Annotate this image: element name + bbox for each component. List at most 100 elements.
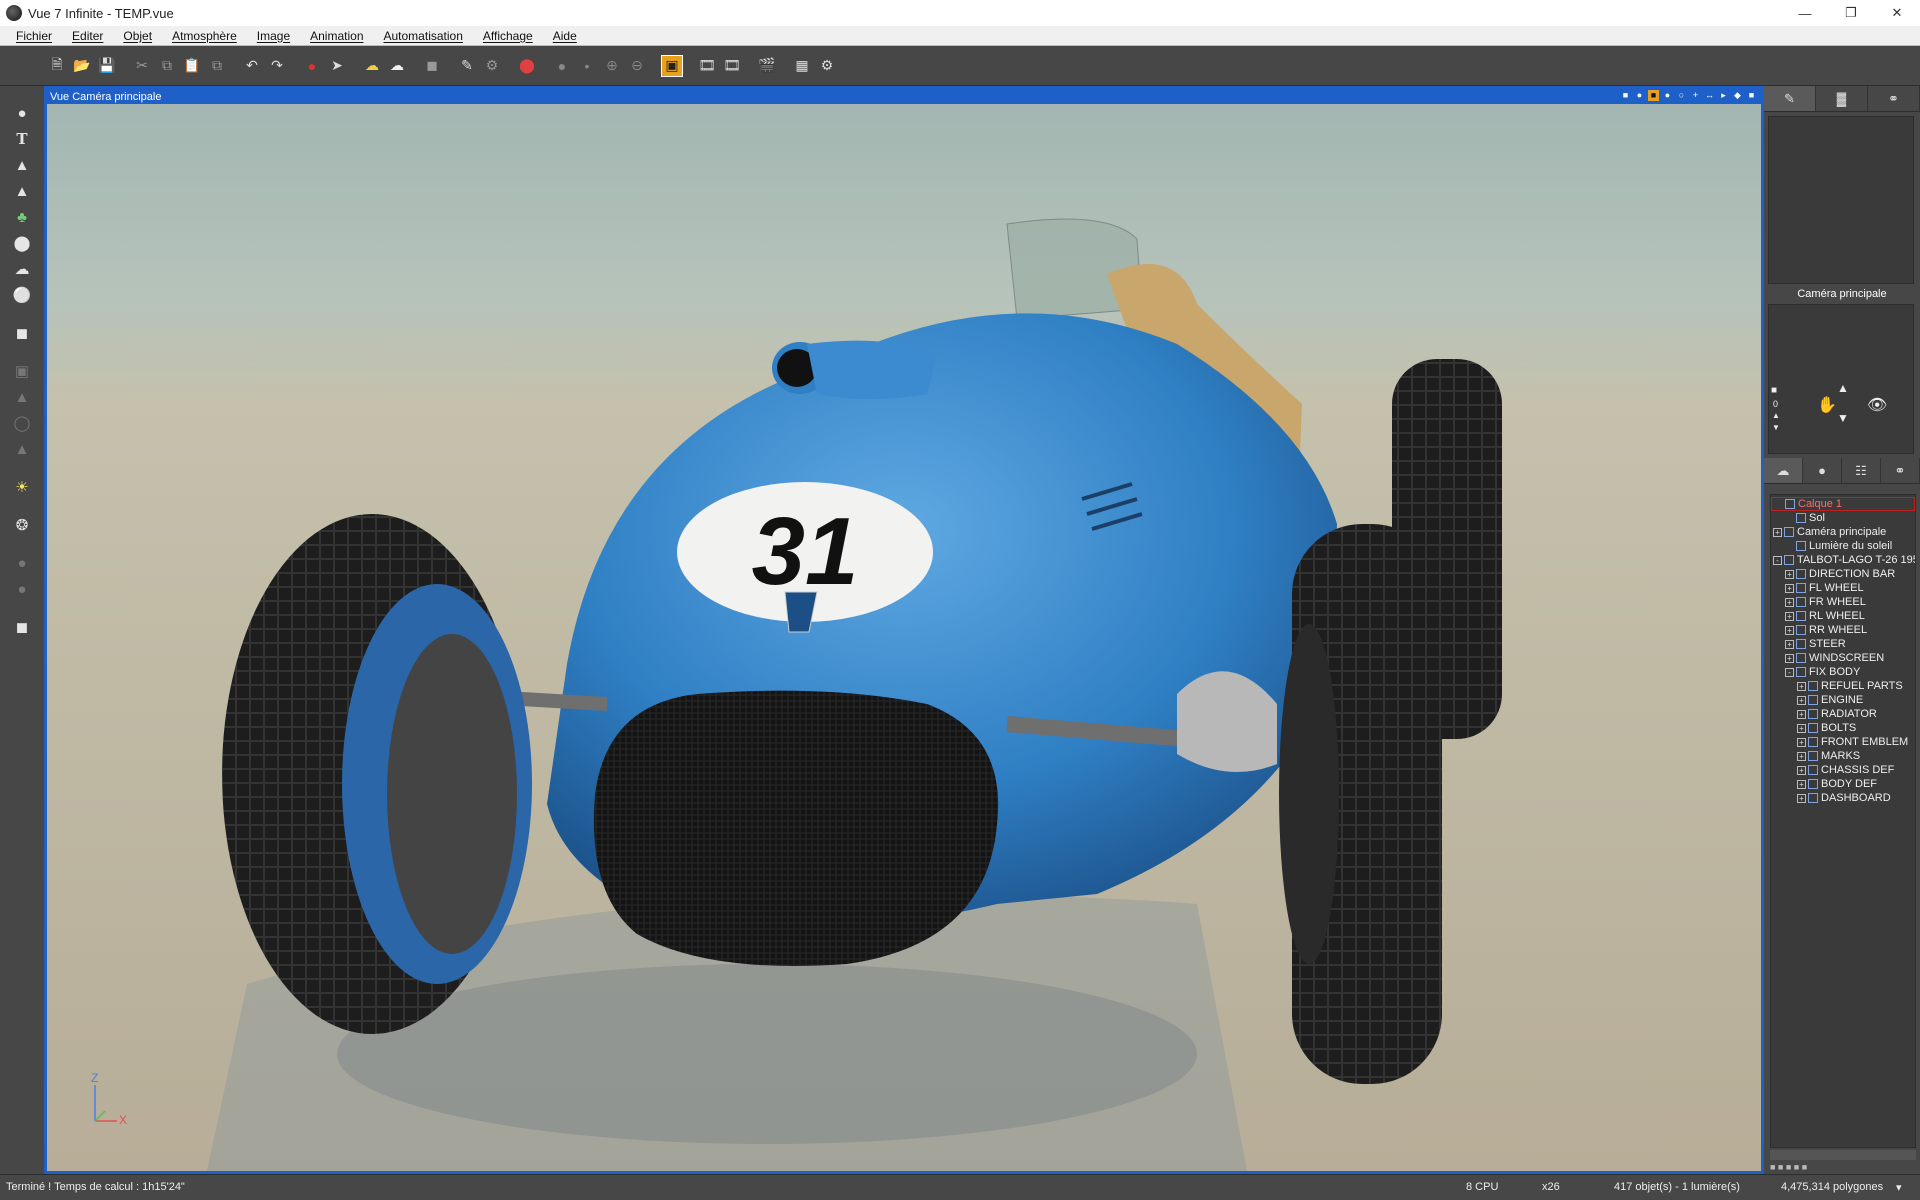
tree-item[interactable]: Lumière du soleil (1771, 539, 1915, 553)
tree-item[interactable]: - TALBOT-LAGO T-26 1950 (1771, 553, 1915, 567)
tree-expand-icon[interactable]: + (1785, 583, 1794, 593)
camera-up-icon[interactable]: ▲ (1772, 411, 1780, 420)
cloud-tool-icon[interactable]: ☁ (10, 257, 34, 281)
metaball-tool-icon[interactable]: ● (10, 551, 34, 575)
mountain-tool-icon[interactable]: ▲ (10, 179, 34, 203)
save-icon[interactable]: 💾 (96, 55, 118, 77)
zoom-in-icon[interactable]: + (1690, 90, 1701, 101)
render-preview-icon[interactable]: ● (1662, 90, 1673, 101)
tree-expand-icon[interactable] (1785, 542, 1794, 551)
tree-expand-icon[interactable]: + (1773, 527, 1782, 537)
tree-item[interactable]: + DASHBOARD (1771, 791, 1915, 805)
tree-item[interactable]: + FRONT EMBLEM (1771, 735, 1915, 749)
minus-small-icon[interactable]: ⊖ (626, 55, 648, 77)
tree-item[interactable]: + DIRECTION BAR (1771, 567, 1915, 581)
planet-tool-icon[interactable]: ⚪ (10, 283, 34, 307)
move-down-icon[interactable]: ▼ (1837, 411, 1849, 425)
tab-ruler-icon[interactable]: ▓ (1816, 86, 1868, 111)
text-tool-icon[interactable]: T (10, 127, 34, 151)
film-icon[interactable]: 🎞 (696, 55, 718, 77)
menu-automatisation[interactable]: Automatisation (374, 29, 473, 43)
tab-library-icon[interactable]: ☷ (1842, 458, 1881, 483)
camera-view-icon[interactable]: ● (1634, 90, 1645, 101)
menu-fichier[interactable]: Fichier (6, 29, 62, 43)
tree-expand-icon[interactable]: + (1797, 779, 1806, 789)
render-area-icon[interactable]: ▦ (791, 55, 813, 77)
menu-aide[interactable]: Aide (543, 29, 587, 43)
tree-expand-icon[interactable]: + (1785, 611, 1794, 621)
tree-item[interactable]: + STEER (1771, 637, 1915, 651)
tree-item[interactable]: + Caméra principale (1771, 525, 1915, 539)
tree-expand-icon[interactable] (1774, 500, 1783, 509)
plus-small-icon[interactable]: ⊕ (601, 55, 623, 77)
tab-links-icon[interactable]: ⚭ (1868, 86, 1920, 111)
cylinder-tool-icon[interactable]: ▣ (10, 359, 34, 383)
eye-icon[interactable]: 👁 (1867, 395, 1887, 415)
menu-atmosphere[interactable]: Atmosphère (162, 29, 247, 43)
menu-editer[interactable]: Editer (62, 29, 113, 43)
store-camera-icon[interactable]: ■ (1771, 385, 1777, 396)
tree-expand-icon[interactable]: + (1797, 793, 1806, 803)
camera-navigator[interactable]: ✋ ▲ ▼ 👁 ■ 0 ▲ ▼ (1768, 304, 1914, 454)
tree-item[interactable]: + REFUEL PARTS (1771, 679, 1915, 693)
cut-icon[interactable]: ✂ (131, 55, 153, 77)
edit-object-icon[interactable]: ✎ (456, 55, 478, 77)
cone-tool-icon[interactable]: ▲ (10, 385, 34, 409)
menu-image[interactable]: Image (247, 29, 300, 43)
tree-expand-icon[interactable]: - (1773, 555, 1782, 565)
tree-expand-icon[interactable]: + (1785, 653, 1794, 663)
terrain-tool-icon[interactable]: ▲ (10, 153, 34, 177)
tree-item[interactable]: + ENGINE (1771, 693, 1915, 707)
tree-item[interactable]: + RL WHEEL (1771, 609, 1915, 623)
tree-expand-icon[interactable]: + (1785, 569, 1794, 579)
render-icon[interactable]: ⚙ (816, 55, 838, 77)
tree-tool-icon[interactable]: ♣ (10, 205, 34, 229)
tab-objects-icon[interactable]: ✎ (1764, 86, 1816, 111)
import-object-icon[interactable]: ◼ (10, 615, 34, 639)
world-browser-tree[interactable]: Calque 1 Sol + Caméra principale Lumière du … (1770, 494, 1916, 1148)
viewport-toggle-icon[interactable]: ▣ (661, 54, 683, 77)
undo-icon[interactable]: ↶ (241, 55, 263, 77)
color-balls-icon[interactable]: ⬤ (516, 55, 538, 77)
close-icon[interactable]: ✕ (1874, 0, 1920, 26)
tree-expand-icon[interactable]: + (1797, 751, 1806, 761)
tab-world-icon[interactable]: ☁ (1764, 458, 1803, 483)
group-icon[interactable]: ☁ (361, 55, 383, 77)
tree-item[interactable]: Sol (1771, 511, 1915, 525)
tree-item[interactable]: Calque 1 (1771, 497, 1915, 511)
film-strip-icon[interactable]: 🎞 (721, 55, 743, 77)
redo-icon[interactable]: ↷ (266, 55, 288, 77)
tree-expand-icon[interactable]: + (1797, 695, 1806, 705)
status-dropdown-icon[interactable]: ▾ (1896, 1181, 1902, 1194)
clapper-icon[interactable]: 🎬 (756, 55, 778, 77)
paste-icon[interactable]: 📋 (181, 55, 203, 77)
tree-item[interactable]: + BOLTS (1771, 721, 1915, 735)
tree-expand-icon[interactable]: + (1797, 723, 1806, 733)
tree-expand-icon[interactable] (1785, 514, 1794, 523)
cloud-icon[interactable]: ☁ (386, 55, 408, 77)
copy-icon[interactable]: ⧉ (156, 55, 178, 77)
tree-item[interactable]: + WINDSCREEN (1771, 651, 1915, 665)
boolean-icon[interactable]: ● (551, 55, 573, 77)
tree-item[interactable]: + MARKS (1771, 749, 1915, 763)
tree-expand-icon[interactable]: + (1797, 709, 1806, 719)
tree-expand-icon[interactable]: + (1785, 597, 1794, 607)
open-folder-icon[interactable]: 📂 (71, 55, 93, 77)
tree-expand-icon[interactable]: + (1797, 681, 1806, 691)
tree-item[interactable]: + FL WHEEL (1771, 581, 1915, 595)
tab-links-icon-2[interactable]: ⚭ (1881, 458, 1920, 483)
menu-objet[interactable]: Objet (113, 29, 162, 43)
zoom-icon[interactable]: ○ (1676, 90, 1687, 101)
tree-expand-icon[interactable]: + (1797, 737, 1806, 747)
pan-hand-icon[interactable]: ✋ (1817, 395, 1837, 415)
tree-expand-icon[interactable]: + (1785, 639, 1794, 649)
cube-icon[interactable]: ◼ (421, 55, 443, 77)
tree-item[interactable]: + RADIATOR (1771, 707, 1915, 721)
tab-materials-icon[interactable]: ● (1803, 458, 1842, 483)
menu-affichage[interactable]: Affichage (473, 29, 543, 43)
tree-tool-icon[interactable]: ■ ■ ■ ■ ■ (1770, 1162, 1807, 1172)
tree-expand-icon[interactable]: + (1785, 625, 1794, 635)
tree-item[interactable]: + CHASSIS DEF (1771, 763, 1915, 777)
torus-tool-icon[interactable]: ◯ (10, 411, 34, 435)
material-icon[interactable]: ⚙ (481, 55, 503, 77)
